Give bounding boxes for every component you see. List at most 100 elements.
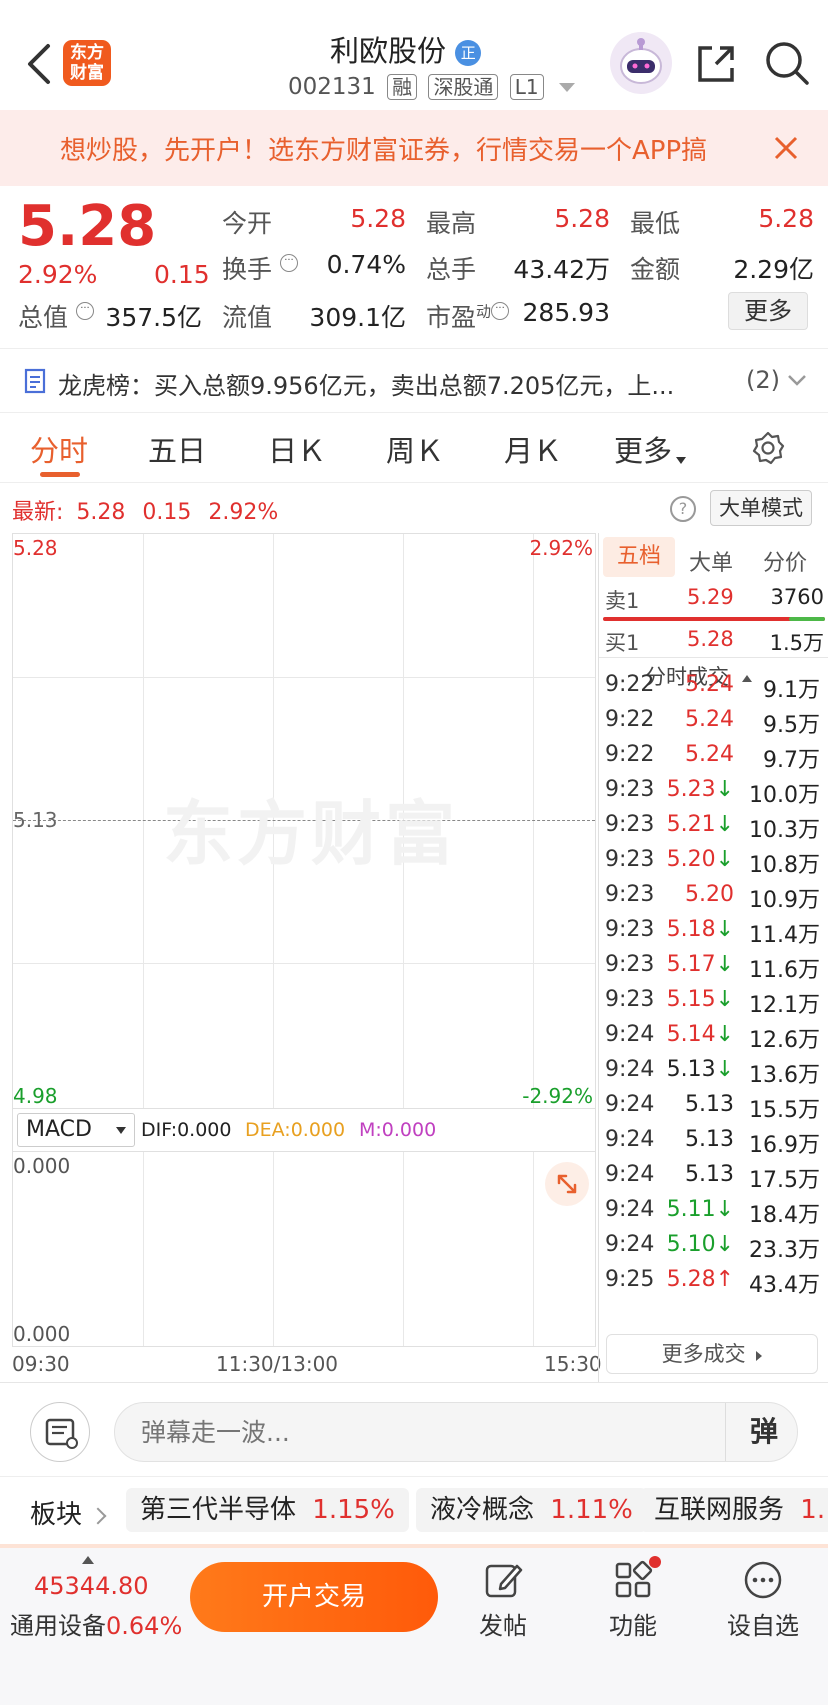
tab-daily-k[interactable]: 日Ｋ	[268, 428, 326, 470]
macd-chart[interactable]: 0.000 0.000	[12, 1151, 596, 1347]
more-button[interactable]: 更多	[728, 292, 808, 330]
danmaku-toggle[interactable]: 弹	[733, 1403, 795, 1461]
x-axis-start: 09:30	[12, 1352, 70, 1376]
tab-intraday[interactable]: 分时	[30, 428, 88, 470]
latest-label: 最新:	[12, 500, 64, 525]
tab-five-day[interactable]: 五日	[148, 428, 206, 470]
intraday-chart[interactable]: 东方财富 5.28 5.13 4.98 2.92% -2.92%	[12, 533, 596, 1109]
trade-price: 5.28↑	[667, 1267, 734, 1292]
latest-info: 最新: 5.28 0.15 2.92%	[12, 494, 278, 526]
info-icon[interactable]: ···	[75, 302, 94, 320]
macd-header: MACD DIF:0.000 DEA:0.000 M:0.000	[12, 1109, 596, 1151]
index-name: 通用设备	[10, 1612, 106, 1640]
pe-label-text: 市盈	[426, 303, 477, 332]
tab-more[interactable]: 更多	[614, 428, 687, 470]
notification-dot	[649, 1556, 661, 1568]
promo-banner[interactable]: 想炒股，先开户！选东方财富证券，行情交易一个APP搞	[0, 110, 828, 186]
trade-price-value: 5.13	[685, 1092, 734, 1117]
ob-tab-price-dist[interactable]: 分价	[763, 545, 807, 577]
search-icon[interactable]	[762, 38, 812, 88]
help-icon[interactable]: ?	[670, 496, 696, 522]
ob-tab-five-levels[interactable]: 五档	[603, 537, 675, 577]
index-value[interactable]: 45344.80	[34, 1572, 149, 1600]
trade-arrow: ↓	[715, 1197, 734, 1222]
open-account-trade-button[interactable]: 开户交易	[190, 1562, 438, 1632]
trade-amount: 10.9万	[749, 888, 820, 913]
latest-percent: 2.92%	[208, 500, 279, 525]
tab-weekly-k[interactable]: 周Ｋ	[386, 428, 444, 470]
macd-select[interactable]: MACD	[17, 1113, 135, 1147]
comment-bar: 弹	[0, 1388, 828, 1476]
info-icon[interactable]: ···	[491, 302, 510, 320]
gridline	[13, 963, 595, 964]
edit-icon	[483, 1560, 523, 1600]
trade-arrow: ↓	[715, 917, 734, 942]
back-icon[interactable]	[22, 42, 58, 86]
dragon-tiger-row[interactable]: 龙虎榜：买入总额9.956亿元，卖出总额7.205亿元，上... (2)	[0, 352, 828, 412]
tab-monthly-k[interactable]: 月Ｋ	[504, 428, 562, 470]
robot-avatar-icon[interactable]	[610, 32, 672, 94]
index-info[interactable]: 通用设备0.64%	[10, 1606, 182, 1641]
grid-icon	[613, 1556, 661, 1600]
expand-icon[interactable]	[545, 1162, 589, 1206]
stock-code: 002131	[288, 74, 376, 100]
trade-price-value: 5.24	[685, 672, 734, 697]
trade-price: 5.24	[685, 742, 734, 767]
share-icon[interactable]	[692, 40, 740, 88]
trade-amount: 9.5万	[763, 713, 820, 738]
post-button[interactable]: 发帖	[468, 1560, 538, 1641]
sell1-label: 卖1	[605, 589, 640, 613]
danmaku-input[interactable]	[141, 1413, 681, 1451]
trade-price: 5.24	[685, 707, 734, 732]
x-axis-end: 15:30	[544, 1352, 602, 1376]
level-tag: L1	[509, 74, 544, 100]
close-icon[interactable]	[772, 134, 800, 162]
turnover-label-text: 换手	[222, 255, 273, 284]
gear-icon[interactable]	[750, 430, 786, 466]
volume-value: 43.42万	[513, 255, 610, 284]
info-icon[interactable]: ···	[279, 254, 298, 272]
document-icon	[24, 368, 48, 394]
active-tab-indicator	[40, 472, 80, 477]
more-trades-button[interactable]: 更多成交	[606, 1334, 818, 1374]
trade-row: 9:23 5.20↓ 10.8万	[602, 847, 822, 883]
function-button[interactable]: 功能	[598, 1556, 668, 1641]
gridline	[13, 677, 595, 678]
trade-price-value: 5.11	[666, 1197, 716, 1222]
gridline	[273, 1152, 274, 1346]
sell1-volume: 3760	[770, 585, 824, 609]
bottom-bar: 45344.80 通用设备0.64% 开户交易 发帖 功能 设自选	[0, 1548, 828, 1705]
trade-amount: 9.7万	[763, 748, 820, 773]
sector-name: 第三代半导体	[140, 1495, 297, 1525]
chevron-right-icon	[89, 1507, 107, 1524]
add-watchlist-button[interactable]: 设自选	[718, 1560, 808, 1641]
low-value: 5.28	[758, 204, 814, 233]
stock-name: 利欧股份 正	[330, 28, 482, 70]
sector-chip[interactable]: 互联网服务 1.	[640, 1488, 828, 1532]
trade-arrow: ↓	[715, 1232, 734, 1257]
trade-price: 5.14↓	[667, 1022, 734, 1047]
sector-chip[interactable]: 液冷概念 1.11%	[416, 1488, 647, 1532]
trade-price: 5.11↓	[667, 1197, 734, 1222]
trade-price: 5.15↓	[667, 987, 734, 1012]
trade-arrow: ↓	[715, 777, 734, 802]
trade-time: 9:23	[605, 952, 655, 977]
trade-amount: 43.4万	[749, 1273, 820, 1298]
sectors-label[interactable]: 板块	[30, 1494, 107, 1531]
trade-time: 9:22	[605, 707, 655, 732]
trade-amount: 13.6万	[749, 1063, 820, 1088]
section-divider	[0, 1382, 828, 1383]
index-caret-icon	[82, 1556, 94, 1564]
comment-list-icon[interactable]	[30, 1402, 90, 1462]
trade-price: 5.18↓	[667, 917, 734, 942]
trade-time: 9:24	[605, 1057, 655, 1082]
dropdown-icon[interactable]	[558, 83, 575, 92]
low-label: 最低	[630, 209, 681, 238]
select-caret-icon	[116, 1127, 126, 1134]
big-order-mode-button[interactable]: 大单模式	[710, 490, 812, 526]
app-logo-line2: 财富	[70, 63, 104, 83]
ob-tab-big-orders[interactable]: 大单	[689, 545, 733, 577]
trade-arrow: ↑	[715, 1267, 734, 1292]
sector-chip[interactable]: 第三代半导体 1.15%	[126, 1488, 409, 1532]
sector-pct: 1.	[800, 1495, 826, 1525]
